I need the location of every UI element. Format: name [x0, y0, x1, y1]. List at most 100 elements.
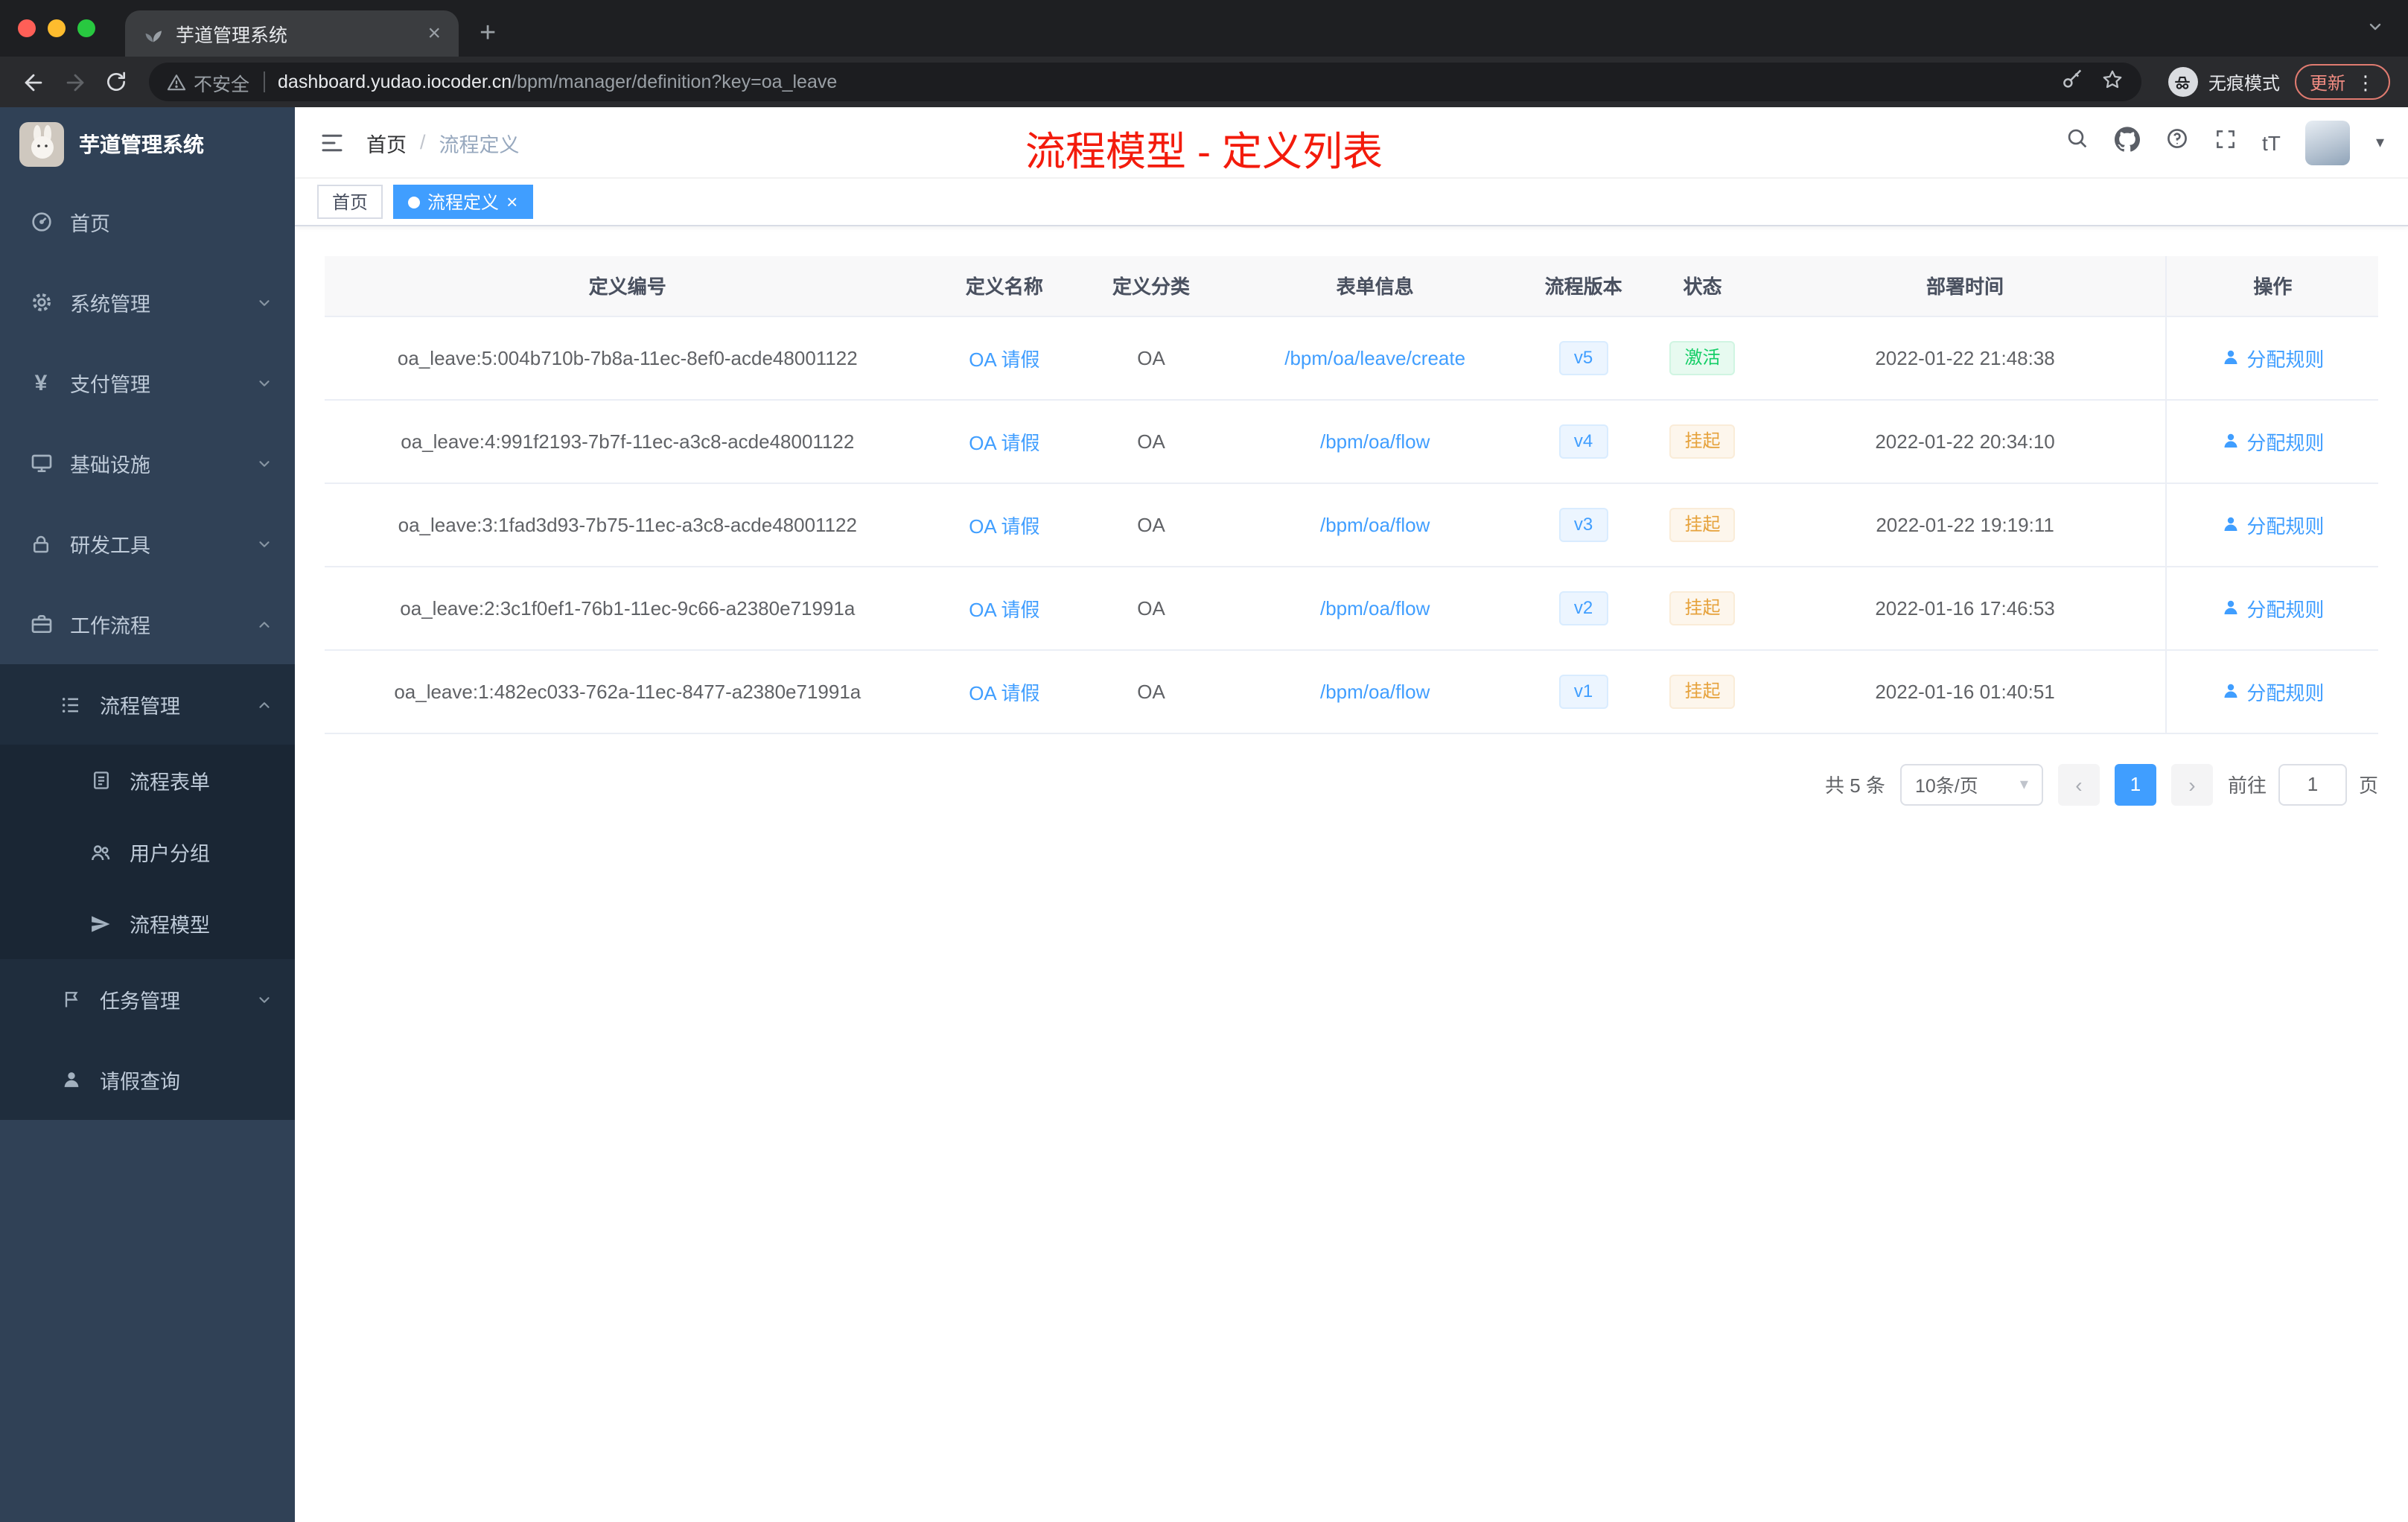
- breadcrumb-home[interactable]: 首页: [366, 127, 407, 157]
- sidebar-item-task-management[interactable]: 任务管理: [0, 959, 295, 1039]
- incognito-label: 无痕模式: [2208, 72, 2280, 93]
- assign-rule-button[interactable]: 分配规则: [2221, 593, 2324, 622]
- chevron-down-icon: ▾: [2019, 776, 2028, 794]
- cell-actions: 分配规则: [2165, 566, 2378, 650]
- sidebar-item-process-model[interactable]: 流程模型: [0, 888, 295, 959]
- sidebar-item-label: 流程模型: [130, 914, 210, 937]
- user-avatar[interactable]: [2305, 120, 2351, 165]
- sidebar-item-system[interactable]: 系统管理: [0, 262, 295, 343]
- cell-category: OA: [1078, 566, 1224, 650]
- bookmark-star-icon[interactable]: [2101, 69, 2124, 95]
- chevron-up-icon: [256, 696, 273, 713]
- security-label[interactable]: 不安全: [194, 68, 249, 96]
- tab-close-icon[interactable]: ×: [427, 22, 441, 45]
- tag-process-definition[interactable]: 流程定义 ×: [393, 185, 533, 219]
- cell-version: v3: [1526, 483, 1641, 567]
- incognito-icon: [2167, 67, 2198, 97]
- font-size-icon[interactable]: tT: [2262, 130, 2281, 154]
- cell-deploy-time: 2022-01-22 21:48:38: [1764, 316, 2167, 400]
- window-minimize-button[interactable]: [48, 19, 66, 37]
- page-size-select[interactable]: 10条/页 ▾: [1899, 763, 2043, 805]
- yen-icon: ¥: [34, 370, 48, 395]
- github-icon[interactable]: [2115, 126, 2141, 159]
- definition-name-link[interactable]: OA 请假: [969, 515, 1039, 537]
- form-info-link[interactable]: /bpm/oa/flow: [1320, 680, 1430, 702]
- sidebar-item-label: 流程管理: [100, 695, 180, 718]
- sidebar-item-workflow[interactable]: 工作流程: [0, 584, 295, 664]
- sidebar-collapse-button[interactable]: [319, 129, 345, 156]
- sidebar-item-process-form[interactable]: 流程表单: [0, 745, 295, 816]
- paper-plane-icon: [88, 912, 113, 934]
- back-icon[interactable]: [12, 61, 54, 103]
- status-badge: 挂起: [1669, 424, 1736, 458]
- sidebar-item-leave-query[interactable]: 请假查询: [0, 1039, 295, 1120]
- sidebar-logo[interactable]: 芋道管理系统: [0, 107, 295, 182]
- url-path: /bpm/manager/definition?key=oa_leave: [512, 71, 838, 92]
- goto-page-input[interactable]: [2278, 763, 2347, 805]
- cell-form-info: /bpm/oa/flow: [1223, 566, 1526, 650]
- monitor-icon: [28, 451, 54, 475]
- assign-rule-button[interactable]: 分配规则: [2221, 677, 2324, 705]
- cell-actions: 分配规则: [2165, 316, 2378, 400]
- new-tab-button[interactable]: +: [480, 19, 496, 48]
- form-info-link[interactable]: /bpm/oa/flow: [1320, 430, 1430, 452]
- browser-toolbar: 不安全 dashboard.yudao.iocoder.cn/bpm/manag…: [0, 57, 2408, 107]
- url-host: dashboard.yudao.iocoder.cn: [278, 71, 512, 92]
- briefcase-icon: [28, 612, 54, 636]
- cell-deploy-time: 2022-01-22 20:34:10: [1764, 399, 2167, 483]
- browser-tab[interactable]: 芋道管理系统 ×: [125, 10, 459, 57]
- fullscreen-icon[interactable]: [2214, 127, 2237, 157]
- sidebar-item-dev-tools[interactable]: 研发工具: [0, 503, 295, 584]
- form-info-link[interactable]: /bpm/oa/flow: [1320, 596, 1430, 619]
- cell-definition-name: OA 请假: [930, 399, 1079, 483]
- prev-page-button[interactable]: ‹: [2057, 763, 2100, 805]
- definition-table: 定义编号 定义名称 定义分类 表单信息 流程版本 状态 部署时间 操作 oa_l: [325, 256, 2378, 733]
- cell-status: 挂起: [1640, 566, 1765, 650]
- cell-status: 挂起: [1640, 649, 1765, 733]
- browser-update-menu-button[interactable]: 更新 ⋮: [2294, 64, 2390, 100]
- help-icon[interactable]: [2165, 127, 2189, 158]
- window-close-button[interactable]: [18, 19, 36, 37]
- sidebar-item-label: 请假查询: [100, 1071, 180, 1093]
- cell-actions: 分配规则: [2165, 649, 2378, 733]
- gear-icon: [28, 290, 54, 314]
- url-text: dashboard.yudao.iocoder.cn/bpm/manager/d…: [278, 71, 2046, 92]
- sidebar-item-home[interactable]: 首页: [0, 182, 295, 262]
- definition-name-link[interactable]: OA 请假: [969, 598, 1039, 620]
- form-info-link[interactable]: /bpm/oa/leave/create: [1284, 346, 1465, 369]
- browser-tab-strip: 芋道管理系统 × +: [0, 0, 2408, 57]
- tab-search-chevron-icon[interactable]: [2366, 18, 2384, 36]
- definition-name-link[interactable]: OA 请假: [969, 348, 1039, 370]
- sidebar-item-infrastructure[interactable]: 基础设施: [0, 423, 295, 503]
- assign-rule-button[interactable]: 分配规则: [2221, 510, 2324, 538]
- user-icon: [2223, 600, 2237, 614]
- window-zoom-button[interactable]: [77, 19, 95, 37]
- app-title: 芋道管理系统: [79, 133, 204, 156]
- form-document-icon: [88, 770, 113, 791]
- definition-name-link[interactable]: OA 请假: [969, 681, 1039, 704]
- tag-home[interactable]: 首页: [317, 185, 383, 219]
- page-number-button[interactable]: 1: [2114, 763, 2156, 805]
- tag-close-icon[interactable]: ×: [506, 192, 517, 211]
- sidebar-item-label: 首页: [70, 213, 110, 235]
- sidebar-item-process-management[interactable]: 流程管理: [0, 664, 295, 745]
- user-icon: [2223, 684, 2237, 698]
- assign-rule-button[interactable]: 分配规则: [2221, 427, 2324, 455]
- search-icon[interactable]: [2065, 127, 2089, 158]
- assign-rule-button[interactable]: 分配规则: [2221, 343, 2324, 372]
- form-info-link[interactable]: /bpm/oa/flow: [1320, 513, 1430, 535]
- reload-icon[interactable]: [95, 61, 137, 103]
- address-bar[interactable]: 不安全 dashboard.yudao.iocoder.cn/bpm/manag…: [149, 63, 2141, 101]
- version-badge: v1: [1558, 674, 1608, 708]
- definition-name-link[interactable]: OA 请假: [969, 431, 1039, 453]
- cell-deploy-time: 2022-01-16 01:40:51: [1764, 649, 2167, 733]
- cell-deploy-time: 2022-01-16 17:46:53: [1764, 566, 2167, 650]
- sidebar-item-payment[interactable]: ¥ 支付管理: [0, 343, 295, 423]
- version-badge: v4: [1558, 424, 1608, 458]
- avatar-caret-icon[interactable]: ▾: [2376, 133, 2384, 152]
- action-label: 分配规则: [2246, 431, 2325, 453]
- next-page-button[interactable]: ›: [2170, 763, 2213, 805]
- sidebar-item-user-group[interactable]: 用户分组: [0, 816, 295, 888]
- password-key-icon[interactable]: [2061, 69, 2083, 95]
- cell-status: 挂起: [1640, 483, 1765, 567]
